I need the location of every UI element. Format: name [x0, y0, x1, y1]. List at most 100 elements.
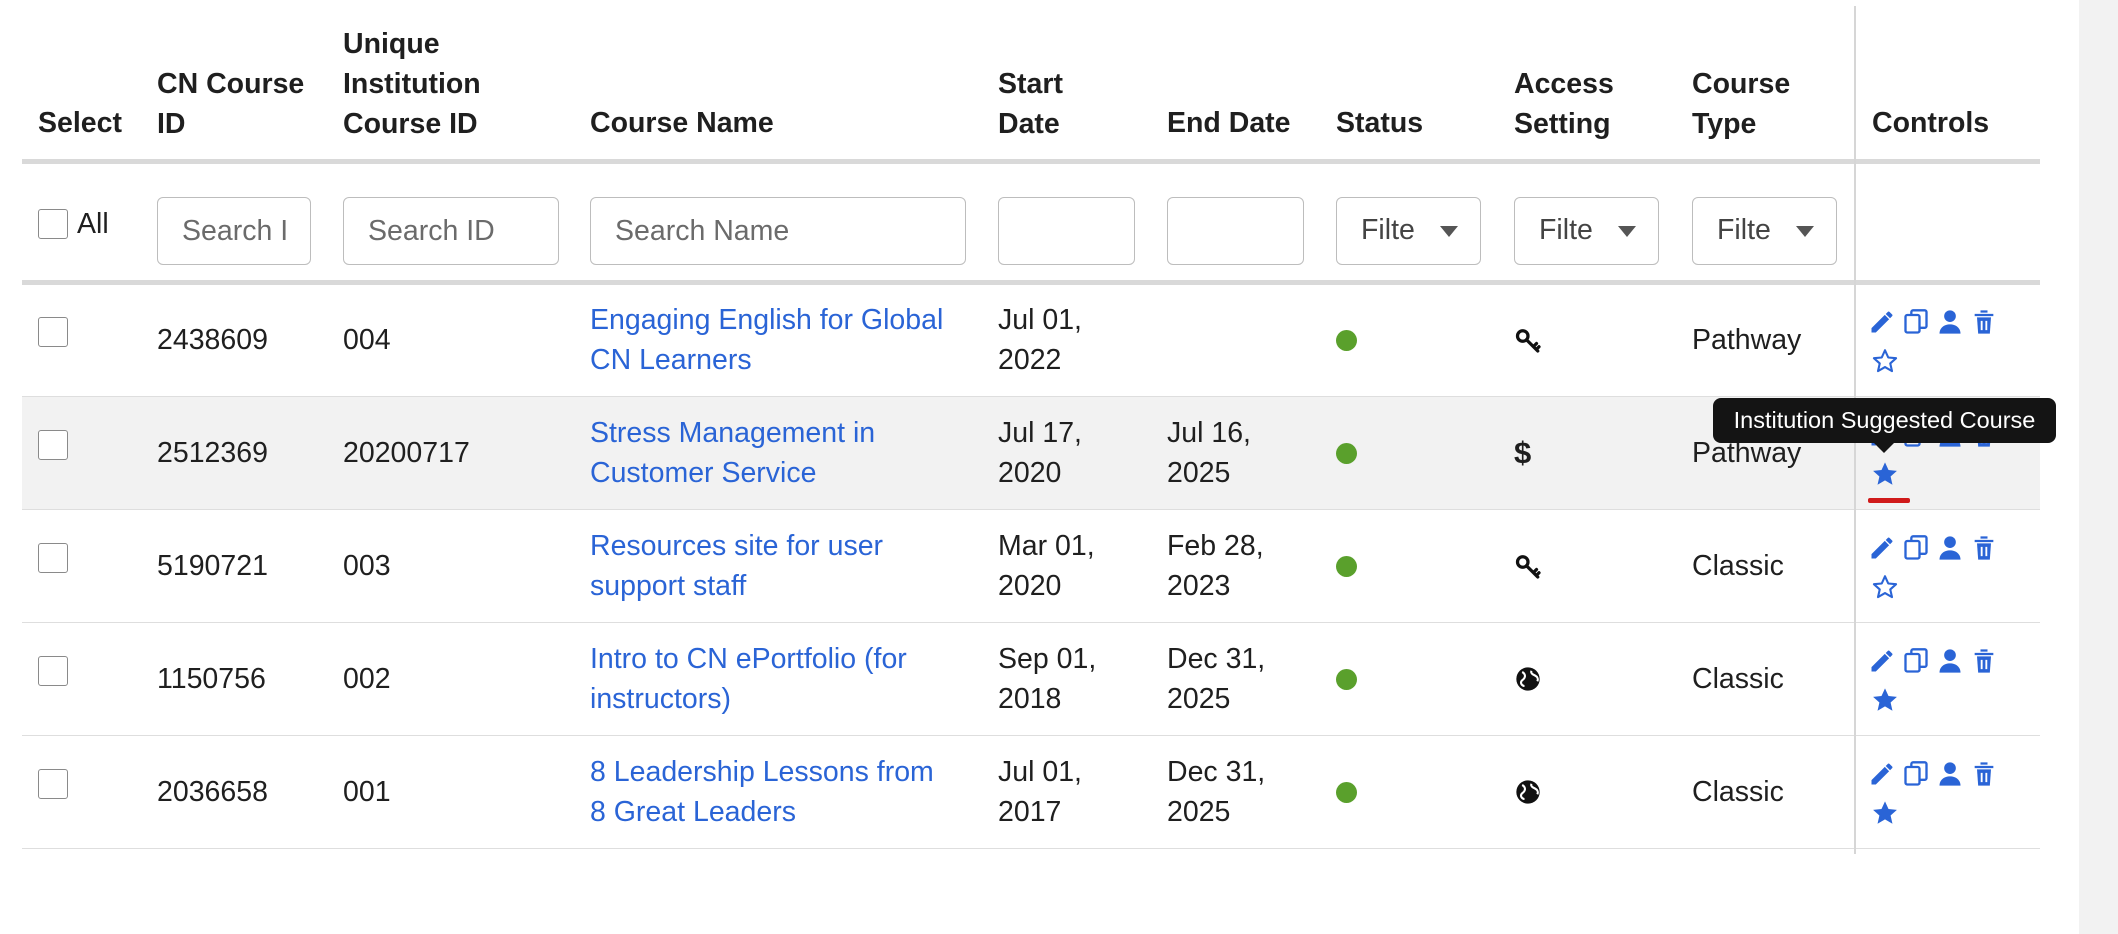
chevron-down-icon [1796, 226, 1814, 237]
delete-course-button[interactable] [1970, 308, 1998, 336]
header-status[interactable]: Status [1336, 103, 1423, 143]
tooltip-arrow [1874, 443, 1894, 453]
start-date-filter-input[interactable] [998, 197, 1135, 265]
suggest-course-toggle[interactable] [1871, 347, 1899, 375]
course-name-link[interactable]: Engaging English for Global CN Learners [590, 304, 943, 376]
enroll-user-button[interactable] [1936, 760, 1964, 788]
table-row: 1150756 002 Intro to CN ePortfolio (for ins… [22, 623, 2040, 736]
copy-icon [1904, 648, 1928, 673]
edit-course-button[interactable] [1868, 534, 1896, 562]
course-name-link[interactable]: Stress Management in Customer Service [590, 417, 875, 489]
end-date-cell: Dec 31, 2025 [1167, 756, 1266, 828]
delete-course-button[interactable] [1970, 760, 1998, 788]
enroll-user-button[interactable] [1936, 534, 1964, 562]
copy-icon [1904, 761, 1928, 786]
user-icon [1939, 649, 1961, 673]
enroll-user-button[interactable] [1936, 308, 1964, 336]
unique-course-id-cell: 003 [343, 550, 391, 582]
edit-course-button[interactable] [1868, 760, 1896, 788]
trash-icon [1974, 762, 1994, 786]
user-icon [1939, 762, 1961, 786]
star-filled-icon [1873, 688, 1897, 711]
select-all-checkbox[interactable] [38, 209, 68, 239]
header-start-date[interactable]: Start Date [998, 64, 1063, 144]
header-controls: Controls [1872, 107, 1990, 139]
highlight-underline [1868, 498, 1910, 503]
access-filter-select[interactable]: Filte [1514, 197, 1659, 265]
suggest-course-toggle[interactable] [1871, 460, 1899, 488]
header-course-type[interactable]: Course Type [1692, 64, 1790, 144]
table-row: 5190721 003 Resources site for user support… [22, 510, 2040, 623]
copy-icon [1904, 309, 1928, 334]
copy-course-button[interactable] [1902, 308, 1930, 336]
copy-course-button[interactable] [1902, 534, 1930, 562]
unique-id-search-input[interactable] [343, 197, 559, 265]
status-filter-select[interactable]: Filte [1336, 197, 1481, 265]
globe-icon [1514, 665, 1544, 695]
suggest-course-toggle[interactable] [1871, 799, 1899, 827]
pencil-icon [1871, 650, 1893, 672]
end-date-filter-input[interactable] [1167, 197, 1304, 265]
page-scroll-gutter [2079, 0, 2118, 934]
table-row: 2036658 001 8 Leadership Lessons from 8 Gre… [22, 736, 2040, 849]
header-access-setting[interactable]: Access Setting [1514, 64, 1614, 144]
enroll-user-button[interactable] [1936, 647, 1964, 675]
pencil-icon [1871, 537, 1893, 559]
suggest-course-toggle[interactable] [1871, 573, 1899, 601]
course-type-filter-select[interactable]: Filte [1692, 197, 1837, 265]
star-outline-icon [1872, 349, 1898, 373]
copy-course-button[interactable] [1902, 760, 1930, 788]
course-name-link[interactable]: 8 Leadership Lessons from 8 Great Leaders [590, 756, 934, 828]
cn-course-id-cell: 2512369 [157, 437, 268, 469]
status-active-dot [1336, 330, 1357, 351]
edit-course-button[interactable] [1868, 308, 1896, 336]
header-cn-course-id[interactable]: CN Course ID [157, 64, 304, 144]
end-date-cell: Dec 31, 2025 [1167, 643, 1266, 715]
row-select-checkbox[interactable] [38, 769, 68, 799]
row-select-checkbox[interactable] [38, 317, 68, 347]
suggest-course-toggle[interactable] [1871, 686, 1899, 714]
user-icon [1939, 310, 1961, 334]
start-date-cell: Jul 17, 2020 [998, 417, 1082, 489]
start-date-cell: Jul 01, 2017 [998, 756, 1082, 828]
cn-course-id-cell: 5190721 [157, 550, 268, 582]
course-name-cell: Resources site for user support staff [590, 526, 883, 606]
header-course-name[interactable]: Course Name [590, 103, 774, 143]
course-type-cell: Classic [1692, 776, 1784, 808]
copy-course-button[interactable] [1902, 647, 1930, 675]
cn-course-id-cell: 2438609 [157, 324, 268, 356]
header-unique-course-id[interactable]: Unique Institution Course ID [343, 24, 481, 144]
header-end-date[interactable]: End Date [1167, 103, 1291, 143]
course-type-cell: Classic [1692, 550, 1784, 582]
course-name-link[interactable]: Intro to CN ePortfolio (for instructors) [590, 643, 907, 715]
row-select-checkbox[interactable] [38, 543, 68, 573]
pencil-icon [1871, 311, 1893, 333]
end-date-cell: Feb 28, 2023 [1167, 530, 1264, 602]
paid-access-icon: $ [1514, 435, 1532, 470]
unique-course-id-cell: 002 [343, 663, 391, 695]
course-name-cell: 8 Leadership Lessons from 8 Great Leaders [590, 752, 934, 832]
pencil-icon [1871, 763, 1893, 785]
key-icon [1514, 326, 1544, 356]
row-select-checkbox[interactable] [38, 430, 68, 460]
cn-course-id-cell: 1150756 [157, 663, 266, 695]
header-divider [22, 159, 2040, 164]
course-type-cell: Pathway [1692, 324, 1802, 356]
edit-course-button[interactable] [1868, 647, 1896, 675]
cn-course-id-cell: 2036658 [157, 776, 268, 808]
delete-course-button[interactable] [1970, 534, 1998, 562]
course-name-cell: Intro to CN ePortfolio (for instructors) [590, 639, 907, 719]
course-name-search-input[interactable] [590, 197, 966, 265]
chevron-down-icon [1618, 226, 1636, 237]
row-select-checkbox[interactable] [38, 656, 68, 686]
table-row: 2438609 004 Engaging English for Global CN … [22, 284, 2040, 397]
start-date-cell: Sep 01, 2018 [998, 643, 1097, 715]
globe-icon [1514, 778, 1544, 808]
course-name-cell: Engaging English for Global CN Learners [590, 300, 943, 380]
delete-course-button[interactable] [1970, 647, 1998, 675]
course-name-link[interactable]: Resources site for user support staff [590, 530, 883, 602]
trash-icon [1974, 536, 1994, 560]
cn-course-id-search-input[interactable] [157, 197, 311, 265]
start-date-cell: Jul 01, 2022 [998, 304, 1082, 376]
status-active-dot [1336, 669, 1357, 690]
